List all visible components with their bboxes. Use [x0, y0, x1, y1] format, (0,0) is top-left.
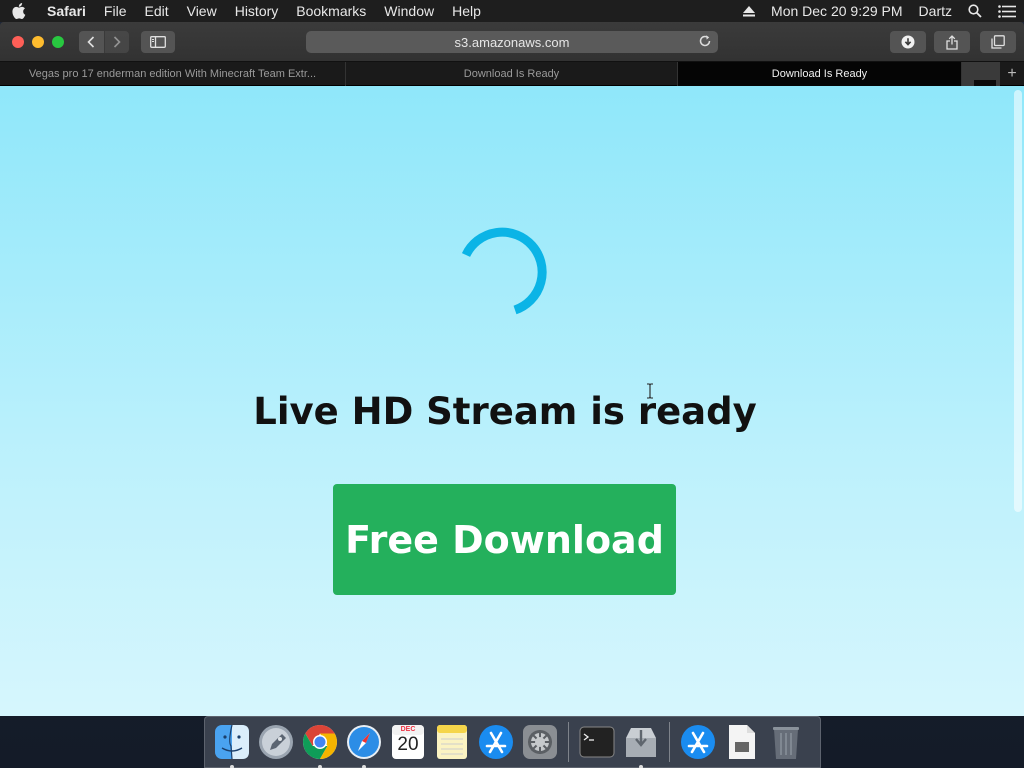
- notification-center-icon[interactable]: [990, 0, 1024, 22]
- reload-icon[interactable]: [698, 34, 712, 51]
- safari-icon[interactable]: [345, 723, 383, 768]
- dock-separator: [669, 722, 670, 762]
- forward-icon: [113, 36, 121, 48]
- back-icon: [87, 36, 95, 48]
- trash-icon[interactable]: [767, 723, 805, 761]
- terminal-icon[interactable]: [578, 723, 616, 761]
- menu-view[interactable]: View: [178, 0, 226, 22]
- menu-window[interactable]: Window: [375, 0, 443, 22]
- notes-icon[interactable]: [433, 723, 471, 761]
- navigation-buttons: [79, 31, 129, 53]
- plus-icon: +: [1007, 65, 1017, 82]
- dock-separator: [568, 722, 569, 762]
- spotlight-search-icon[interactable]: [960, 0, 990, 22]
- back-button[interactable]: [79, 31, 105, 53]
- tab-bar: Vegas pro 17 enderman edition With Minec…: [0, 62, 1024, 86]
- safari-window: s3.amazonaws.com Vegas pro 17 enderman e…: [0, 22, 1024, 716]
- page-headline: Live HD Stream is ready: [253, 390, 757, 433]
- tab-vegas-pro[interactable]: Vegas pro 17 enderman edition With Minec…: [0, 62, 346, 86]
- tabs-overview-icon: [991, 35, 1005, 49]
- tab-overflow-area[interactable]: [962, 62, 1000, 86]
- window-minimize-button[interactable]: [32, 36, 44, 48]
- menu-bar: Safari File Edit View History Bookmarks …: [0, 0, 1024, 22]
- browser-toolbar: s3.amazonaws.com: [0, 22, 1024, 62]
- loading-spinner-icon: [461, 227, 547, 315]
- tab-title: Download Is Ready: [771, 68, 868, 80]
- finder-icon[interactable]: [213, 723, 251, 768]
- menu-bookmarks[interactable]: Bookmarks: [287, 0, 375, 22]
- page-scrollbar[interactable]: [1014, 90, 1022, 512]
- menu-help[interactable]: Help: [443, 0, 490, 22]
- free-download-button[interactable]: Free Download: [333, 484, 676, 595]
- share-icon: [946, 34, 958, 50]
- system-preferences-icon[interactable]: [521, 723, 559, 761]
- launchpad-icon[interactable]: [257, 723, 295, 761]
- sidebar-icon: [150, 36, 166, 48]
- new-tab-button[interactable]: +: [1000, 62, 1024, 86]
- web-page-content: Live HD Stream is ready Free Download: [0, 86, 1024, 716]
- eject-icon[interactable]: [735, 0, 763, 22]
- calendar-icon[interactable]: DEC 20: [389, 723, 427, 761]
- menubar-user[interactable]: Dartz: [911, 0, 960, 22]
- sidebar-button[interactable]: [141, 31, 175, 53]
- menu-history[interactable]: History: [226, 0, 288, 22]
- forward-button[interactable]: [104, 31, 129, 53]
- downloads-icon: [901, 35, 915, 49]
- apple-icon[interactable]: [0, 3, 38, 19]
- address-url: s3.amazonaws.com: [454, 34, 570, 50]
- app-store-folder-icon[interactable]: [679, 723, 717, 761]
- tab-download-ready-1[interactable]: Download Is Ready: [346, 62, 678, 86]
- downloads-button[interactable]: [890, 31, 926, 53]
- tab-title: Download Is Ready: [463, 68, 560, 80]
- share-button[interactable]: [934, 31, 970, 53]
- tab-title: Vegas pro 17 enderman edition With Minec…: [28, 68, 317, 80]
- calendar-month: DEC: [400, 726, 416, 733]
- app-store-icon[interactable]: [477, 723, 515, 761]
- menu-app-safari[interactable]: Safari: [38, 0, 95, 22]
- menu-file[interactable]: File: [95, 0, 136, 22]
- tabs-overview-button[interactable]: [980, 31, 1016, 53]
- menubar-clock[interactable]: Mon Dec 20 9:29 PM: [763, 0, 911, 22]
- chrome-icon[interactable]: [301, 723, 339, 768]
- tab-download-ready-active[interactable]: Download Is Ready: [678, 62, 962, 86]
- dock: DEC 20: [204, 716, 821, 768]
- address-bar[interactable]: s3.amazonaws.com: [306, 31, 718, 53]
- text-cursor-icon: [647, 383, 653, 399]
- window-zoom-button[interactable]: [52, 36, 64, 48]
- calendar-day: 20: [397, 734, 419, 755]
- downloads-folder-icon[interactable]: [622, 723, 660, 768]
- document-icon[interactable]: [723, 723, 761, 761]
- menu-edit[interactable]: Edit: [135, 0, 177, 22]
- window-close-button[interactable]: [12, 36, 24, 48]
